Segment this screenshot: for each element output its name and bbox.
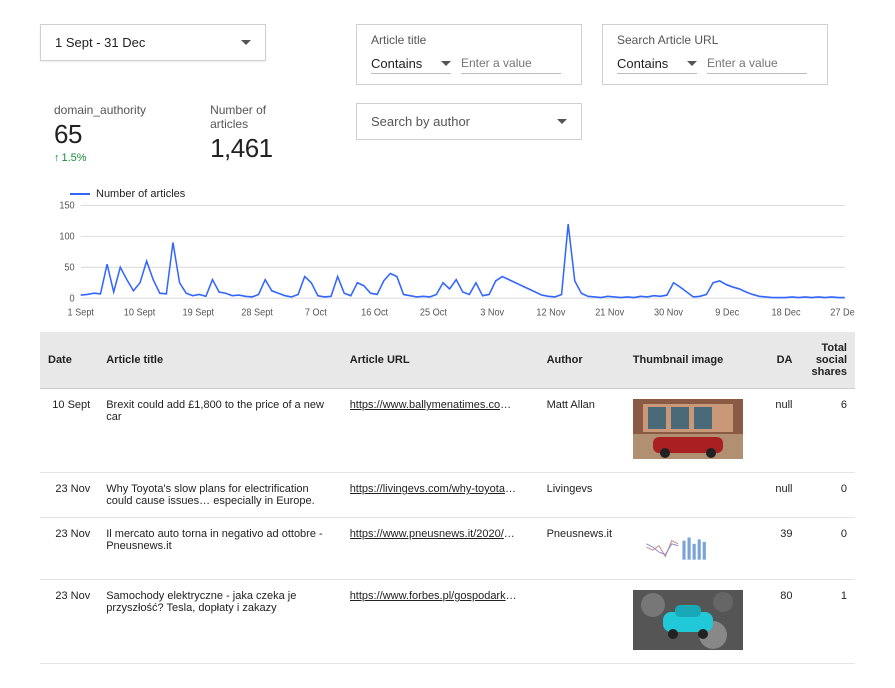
filter-article-title: Article title Contains [356,24,582,85]
col-author[interactable]: Author [539,332,625,389]
cell-shares: 0 [800,473,855,518]
col-thumb[interactable]: Thumbnail image [625,332,758,389]
svg-text:28 Sept: 28 Sept [241,307,273,318]
svg-text:3 Nov: 3 Nov [480,307,504,318]
article-link[interactable]: https://www.ballymenatimes.com/lifestyl [350,399,520,411]
filter-label: Article title [371,33,567,47]
svg-text:50: 50 [64,262,74,273]
svg-text:7 Oct: 7 Oct [305,307,327,318]
svg-text:150: 150 [59,200,74,211]
legend-label: Number of articles [96,188,185,200]
svg-text:30 Nov: 30 Nov [654,307,683,318]
cell-date: 10 Sept [40,389,98,473]
col-title[interactable]: Article title [98,332,341,389]
svg-text:21 Nov: 21 Nov [595,307,624,318]
svg-text:0: 0 [70,293,75,304]
article-link[interactable]: https://www.pneusnews.it/2020/11/23/il- [350,528,520,540]
legend-line-icon [70,193,90,195]
article-link[interactable]: https://livingevs.com/why-toyotas-slow- [350,483,520,495]
stat-domain-authority: domain_authority 65 ↑1.5% [40,103,146,164]
articles-table: Date Article title Article URL Author Th… [40,332,855,664]
col-date[interactable]: Date [40,332,98,389]
table-row[interactable]: 10 Sept Brexit could add £1,800 to the p… [40,389,855,473]
chevron-down-icon [687,61,697,66]
date-range-picker[interactable]: 1 Sept - 31 Dec [40,24,266,61]
col-shares[interactable]: Total social shares [800,332,855,389]
cell-thumb [625,389,758,473]
filter-label: Search Article URL [617,33,813,47]
cell-title: Samochody elektryczne - jaka czeka je pr… [98,580,341,664]
filter-value-input[interactable] [461,53,561,74]
cell-da: 80 [758,580,800,664]
cell-shares: 0 [800,518,855,580]
cell-thumb [625,473,758,518]
cell-date: 23 Nov [40,518,98,580]
cell-thumb [625,580,758,664]
svg-text:19 Sept: 19 Sept [183,307,215,318]
table-row[interactable]: 23 Nov Why Toyota's slow plans for elect… [40,473,855,518]
cell-url: https://livingevs.com/why-toyotas-slow- [342,473,539,518]
svg-text:100: 100 [59,231,74,242]
chevron-down-icon [241,40,251,45]
up-arrow-icon: ↑ [54,152,60,164]
cell-da: null [758,389,800,473]
date-range-text: 1 Sept - 31 Dec [55,35,145,50]
cell-date: 23 Nov [40,473,98,518]
cell-da: null [758,473,800,518]
cell-author: Pneusnews.it [539,518,625,580]
table-row[interactable]: 23 Nov Il mercato auto torna in negativo… [40,518,855,580]
filter-operator-select[interactable]: Contains [617,54,697,74]
table-header-row: Date Article title Article URL Author Th… [40,332,855,389]
cell-url: https://www.ballymenatimes.com/lifestyl [342,389,539,473]
cell-date: 23 Nov [40,580,98,664]
svg-text:12 Nov: 12 Nov [536,307,565,318]
filter-operator-select[interactable]: Contains [371,54,451,74]
cell-title: Why Toyota's slow plans for electrificat… [98,473,341,518]
filter-author-select[interactable]: Search by author [356,103,582,140]
svg-text:27 Dec: 27 Dec [830,307,855,318]
svg-text:18 Dec: 18 Dec [772,307,801,318]
cell-shares: 6 [800,389,855,473]
cell-author: Livingevs [539,473,625,518]
svg-text:25 Oct: 25 Oct [420,307,447,318]
cell-shares: 1 [800,580,855,664]
cell-da: 39 [758,518,800,580]
cell-url: https://www.pneusnews.it/2020/11/23/il- [342,518,539,580]
svg-text:10 Sept: 10 Sept [124,307,156,318]
cell-title: Brexit could add £1,800 to the price of … [98,389,341,473]
chevron-down-icon [441,61,451,66]
articles-over-time-chart: Number of articles 0 50 100 150 1 Sept 10 Sep… [40,188,855,320]
chevron-down-icon [557,119,567,124]
cell-author [539,580,625,664]
stat-num-articles: Number of articles 1,461 [196,103,273,164]
cell-thumb [625,518,758,580]
cell-url: https://www.forbes.pl/gospodarka/samoc [342,580,539,664]
svg-text:16 Oct: 16 Oct [361,307,388,318]
svg-text:9 Dec: 9 Dec [715,307,739,318]
filter-value-input[interactable] [707,53,807,74]
svg-text:1 Sept: 1 Sept [68,307,95,318]
article-link[interactable]: https://www.forbes.pl/gospodarka/samoc [350,590,520,602]
col-da[interactable]: DA [758,332,800,389]
cell-title: Il mercato auto torna in negativo ad ott… [98,518,341,580]
table-row[interactable]: 23 Nov Samochody elektryczne - jaka czek… [40,580,855,664]
filter-article-url: Search Article URL Contains [602,24,828,85]
cell-author: Matt Allan [539,389,625,473]
col-url[interactable]: Article URL [342,332,539,389]
